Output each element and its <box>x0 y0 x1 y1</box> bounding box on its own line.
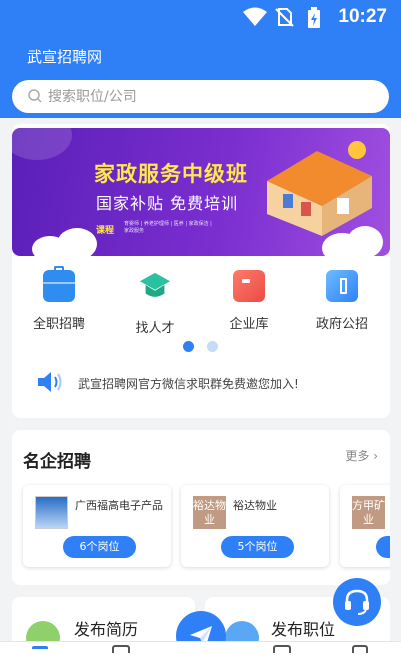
company-card[interactable]: 裕达物业 裕达物业 5个岗位 <box>181 485 329 567</box>
carousel-dot[interactable] <box>207 341 218 352</box>
company-logo <box>35 496 68 529</box>
famous-companies-card: 名企招聘 更多 › 广西福高电子产品 6个岗位 裕达物业 裕达物业 5个岗位 方… <box>12 430 390 585</box>
more-label: 更多 <box>345 449 370 463</box>
jobs-tab-icon[interactable] <box>112 645 130 653</box>
graduation-cap-icon <box>139 272 171 297</box>
profile-tab-icon[interactable] <box>352 645 368 653</box>
nav-label: 全职招聘 <box>32 317 85 332</box>
search-icon <box>28 89 42 103</box>
customer-service-button[interactable] <box>333 578 381 626</box>
banner-course-label: 课程 <box>96 226 115 236</box>
company-card[interactable]: 方甲矿业 <box>340 485 390 567</box>
notice-text: 武宣招聘网官方微信求职群免费邀您加入! <box>78 377 299 391</box>
company-jobs-button[interactable] <box>376 536 390 558</box>
nav-find-talent[interactable]: 找人才 <box>120 270 190 336</box>
building-icon <box>233 270 265 302</box>
status-bar: 10:27 <box>0 0 401 36</box>
search-input[interactable] <box>48 84 368 109</box>
chevron-right-icon: › <box>373 449 378 463</box>
home-tab-icon[interactable] <box>32 646 48 652</box>
nav-company-library[interactable]: 企业库 <box>214 270 284 332</box>
carousel-dot-active[interactable] <box>183 341 194 352</box>
nav-label: 找人才 <box>135 321 175 336</box>
nav-label: 企业库 <box>229 317 269 332</box>
banner-title: 家政服务中级班 <box>94 162 248 186</box>
speaker-icon <box>38 372 62 392</box>
government-icon <box>326 270 358 302</box>
banner-subtitle: 国家补贴 免费培训 <box>96 194 239 213</box>
company-logo-text: 方甲矿业 <box>352 499 385 526</box>
briefcase-icon <box>43 266 75 302</box>
clock: 10:27 <box>338 6 387 27</box>
company-jobs-button[interactable]: 6个岗位 <box>63 536 136 558</box>
bottom-tab-bar <box>0 641 401 655</box>
company-card[interactable]: 广西福高电子产品 6个岗位 <box>23 485 171 567</box>
house-illustration <box>267 141 372 236</box>
company-logo: 裕达物业 <box>193 496 226 529</box>
nav-government-jobs[interactable]: 政府公招 <box>307 270 377 332</box>
post-job-label: 发布职位 <box>271 620 336 639</box>
message-tab-icon[interactable] <box>273 645 291 653</box>
section-title: 名企招聘 <box>23 452 91 472</box>
company-logo: 方甲矿业 <box>352 496 385 529</box>
no-sim-icon <box>275 8 294 27</box>
company-name: 广西福高电子产品 <box>75 499 163 512</box>
wifi-icon <box>243 7 267 26</box>
company-jobs-button[interactable]: 5个岗位 <box>221 536 294 558</box>
banner-course-detail: 育婴师 | 养老护理师 | 医养 | 家政保洁 | 家政服务 <box>124 221 212 234</box>
app-title: 武宣招聘网 <box>27 48 103 66</box>
company-name: 裕达物业 <box>233 499 277 512</box>
battery-charging-icon <box>308 7 320 28</box>
search-bar[interactable] <box>12 80 389 113</box>
company-logo-text: 裕达物业 <box>193 499 226 526</box>
banner[interactable]: 家政服务中级班 国家补贴 免费培训 课程 育婴师 | 养老护理师 | 医养 | … <box>12 128 390 256</box>
notice-bar[interactable]: 武宣招聘网官方微信求职群免费邀您加入! <box>36 370 376 396</box>
nav-fulltime-jobs[interactable]: 全职招聘 <box>24 266 94 332</box>
more-link[interactable]: 更多 › <box>345 447 378 464</box>
post-resume-label: 发布简历 <box>74 620 139 639</box>
nav-label: 政府公招 <box>315 317 368 332</box>
headset-icon <box>345 589 369 615</box>
quick-nav: 全职招聘 找人才 企业库 政府公招 <box>12 266 390 340</box>
